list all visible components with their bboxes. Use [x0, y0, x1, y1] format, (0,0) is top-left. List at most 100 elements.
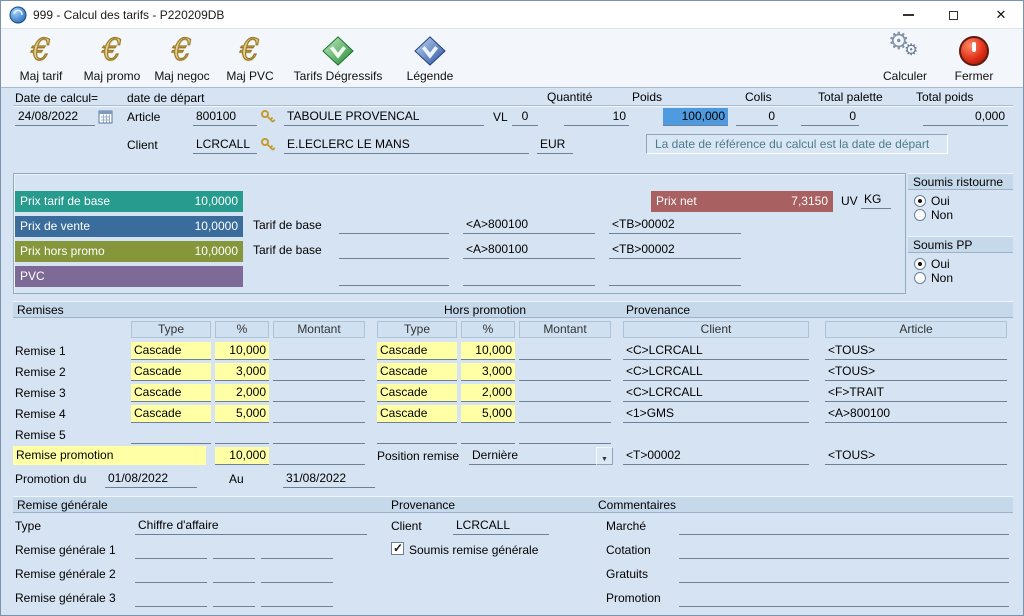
rg1-field[interactable] — [213, 541, 255, 559]
remise-hp-type-field[interactable] — [377, 426, 457, 444]
remise-hp-type-field[interactable]: Cascade — [377, 363, 457, 381]
rg2-field[interactable] — [261, 565, 333, 583]
rg1-field[interactable] — [261, 541, 333, 559]
date-calcul-field[interactable]: 24/08/2022 — [15, 108, 95, 126]
tarif-article-field[interactable] — [463, 268, 595, 286]
cotation-field[interactable] — [679, 541, 1009, 559]
remise-client-field[interactable]: <C>LCRCALL — [623, 342, 809, 360]
remise-hp-pct-field[interactable] — [461, 426, 515, 444]
client-code-field[interactable]: LCRCALL — [193, 136, 257, 154]
remise-article-field[interactable]: <TOUS> — [825, 342, 1007, 360]
remise-type-field[interactable]: Cascade — [131, 384, 211, 402]
remise-article-field[interactable]: <TOUS> — [825, 363, 1007, 381]
remise-hp-type-field[interactable]: Cascade — [377, 384, 457, 402]
remise-hp-type-field[interactable]: Cascade — [377, 342, 457, 360]
remise-montant-field[interactable] — [273, 384, 365, 402]
remise-hp-montant-field[interactable] — [519, 384, 611, 402]
fermer-button[interactable]: Fermer — [945, 31, 1003, 86]
tarif-tb-field[interactable] — [609, 268, 741, 286]
legende-button[interactable]: Légende — [399, 31, 461, 86]
remise-hp-pct-field[interactable]: 10,000 — [461, 342, 515, 360]
article-name-field[interactable]: TABOULE PROVENCAL — [284, 108, 484, 126]
position-remise-combo[interactable]: Dernière — [469, 446, 613, 465]
maj-tarif-button[interactable]: Maj tarif — [9, 31, 73, 86]
remise-montant-field[interactable] — [273, 405, 365, 423]
close-button[interactable] — [979, 1, 1023, 29]
calculer-button[interactable]: Calculer — [875, 31, 935, 86]
rg-client-field[interactable]: LCRCALL — [453, 517, 549, 535]
total-palette-field[interactable]: 0 — [801, 108, 859, 126]
gratuits-field[interactable] — [679, 565, 1009, 583]
tarif-article-field[interactable]: <A>800100 — [463, 241, 595, 259]
client-lookup-button[interactable] — [260, 137, 276, 158]
tarif-article-field[interactable]: <A>800100 — [463, 216, 595, 234]
rg3-field[interactable] — [213, 589, 255, 607]
soumis-remise-generale-checkbox[interactable] — [391, 542, 404, 555]
remise-client-field[interactable]: <C>LCRCALL — [623, 363, 809, 381]
poids-field[interactable]: 100,000 — [663, 108, 728, 126]
vl-field[interactable]: 0 — [512, 108, 538, 126]
ristourne-oui-radio[interactable] — [914, 195, 926, 207]
remise-pct-field[interactable]: 10,000 — [215, 342, 269, 360]
remise-pct-field[interactable] — [215, 426, 269, 444]
remise-client-field[interactable]: <1>GMS — [623, 405, 809, 423]
pp-non-radio[interactable] — [914, 272, 926, 284]
remise-article-field[interactable]: <F>TRAIT — [825, 384, 1007, 402]
tarif-base-field[interactable] — [339, 268, 449, 286]
remise-promotion-montant-field[interactable] — [273, 447, 365, 465]
remise-montant-field[interactable] — [273, 426, 365, 444]
tarifs-degressifs-button[interactable]: Tarifs Dégressifs — [289, 31, 387, 86]
tarif-base-field[interactable] — [339, 216, 449, 234]
pp-oui-radio[interactable] — [914, 258, 926, 270]
article-code-field[interactable]: 800100 — [193, 108, 257, 126]
remise-type-field[interactable]: Cascade — [131, 342, 211, 360]
remise-pct-field[interactable]: 3,000 — [215, 363, 269, 381]
combo-dropdown-arrow-icon[interactable] — [596, 447, 613, 465]
remise-hp-montant-field[interactable] — [519, 342, 611, 360]
remise-pct-field[interactable]: 2,000 — [215, 384, 269, 402]
rg-promotion-field[interactable] — [679, 589, 1009, 607]
rg3-field[interactable] — [261, 589, 333, 607]
maximize-button[interactable] — [931, 1, 975, 29]
rg-type-field[interactable]: Chiffre d'affaire — [135, 517, 367, 535]
remise-promotion-pct-field[interactable]: 10,000 — [215, 447, 269, 465]
remise-hp-pct-field[interactable]: 2,000 — [461, 384, 515, 402]
promo-article-field[interactable]: <TOUS> — [825, 447, 1007, 465]
promotion-au-field[interactable]: 31/08/2022 — [283, 470, 375, 488]
client-name-field[interactable]: E.LECLERC LE MANS — [284, 136, 529, 154]
remise-type-field[interactable]: Cascade — [131, 363, 211, 381]
promo-client-field[interactable]: <T>00002 — [623, 447, 809, 465]
colis-field[interactable]: 0 — [736, 108, 778, 126]
calendar-button[interactable] — [98, 109, 113, 129]
tarif-base-field[interactable] — [339, 241, 449, 259]
promotion-du-field[interactable]: 01/08/2022 — [105, 470, 197, 488]
remise-type-field[interactable] — [131, 426, 211, 444]
article-lookup-button[interactable] — [260, 109, 276, 130]
remise-hp-pct-field[interactable]: 5,000 — [461, 405, 515, 423]
rg1-field[interactable] — [135, 541, 207, 559]
remise-hp-montant-field[interactable] — [519, 426, 611, 444]
remise-type-field[interactable]: Cascade — [131, 405, 211, 423]
remise-hp-pct-field[interactable]: 3,000 — [461, 363, 515, 381]
maj-negoc-button[interactable]: Maj negoc — [149, 31, 215, 86]
maj-promo-button[interactable]: Maj promo — [79, 31, 145, 86]
total-poids-field[interactable]: 0,000 — [923, 108, 1008, 126]
remise-hp-montant-field[interactable] — [519, 363, 611, 381]
rg3-field[interactable] — [135, 589, 207, 607]
remise-client-field[interactable]: <C>LCRCALL — [623, 384, 809, 402]
remise-hp-type-field[interactable]: Cascade — [377, 405, 457, 423]
remise-article-field[interactable]: <A>800100 — [825, 405, 1007, 423]
remise-montant-field[interactable] — [273, 363, 365, 381]
rg2-field[interactable] — [135, 565, 207, 583]
ristourne-non-radio[interactable] — [914, 209, 926, 221]
remise-pct-field[interactable]: 5,000 — [215, 405, 269, 423]
tarif-tb-field[interactable]: <TB>00002 — [609, 216, 741, 234]
tarif-tb-field[interactable]: <TB>00002 — [609, 241, 741, 259]
remise-montant-field[interactable] — [273, 342, 365, 360]
maj-pvc-button[interactable]: Maj PVC — [219, 31, 281, 86]
marche-field[interactable] — [679, 517, 1009, 535]
remise-hp-montant-field[interactable] — [519, 405, 611, 423]
minimize-button[interactable] — [886, 1, 930, 29]
quantite-field[interactable]: 10 — [564, 108, 629, 126]
rg2-field[interactable] — [213, 565, 255, 583]
